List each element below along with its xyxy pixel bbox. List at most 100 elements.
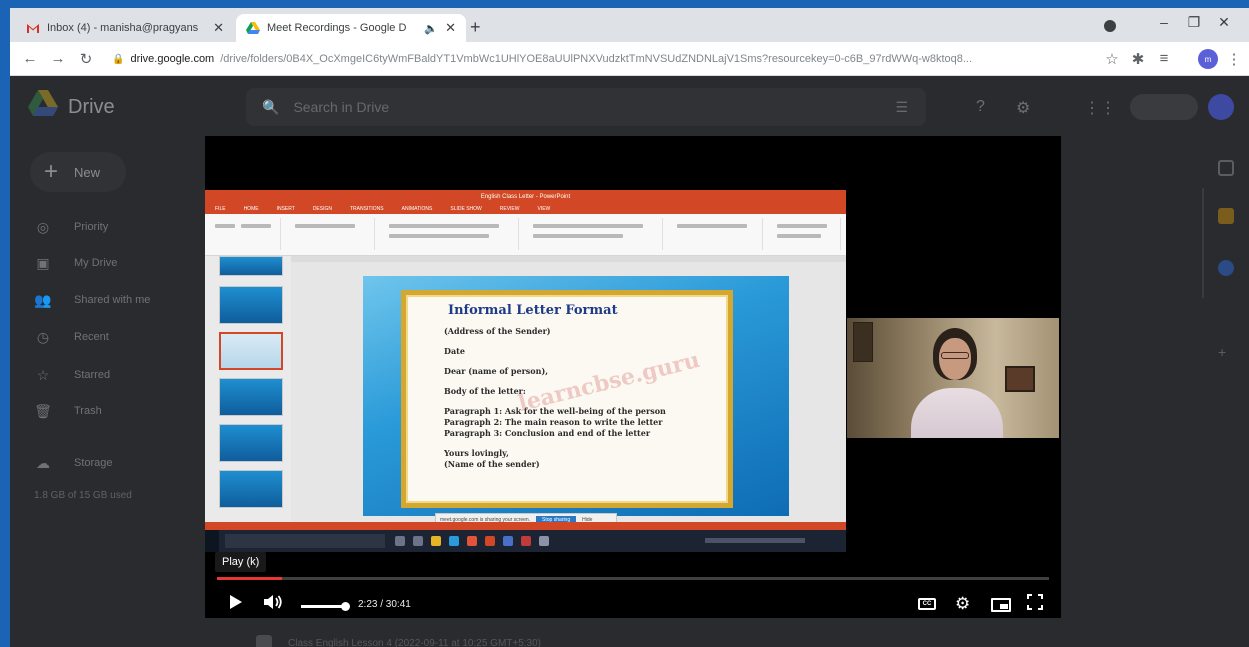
seek-bar[interactable]: [217, 577, 1049, 580]
calendar-icon[interactable]: [1218, 160, 1234, 176]
help-icon[interactable]: ?: [976, 98, 985, 116]
profile-avatar[interactable]: m: [1198, 49, 1218, 69]
tab-gmail[interactable]: Inbox (4) - manisha@pragyans ✕: [16, 14, 234, 42]
sidebar-item-priority[interactable]: ◎ Priority: [34, 216, 108, 238]
captions-icon[interactable]: CC: [918, 598, 936, 610]
video-player[interactable]: English Class Letter - PowerPoint FILE H…: [205, 136, 1061, 618]
recent-icon: ◷: [36, 328, 50, 345]
taskbar-app-icon: [521, 536, 531, 546]
sidebar-item-starred[interactable]: ☆ Starred: [34, 364, 110, 386]
forward-icon[interactable]: →: [48, 50, 68, 67]
slide-thumbnail: [219, 470, 283, 508]
speaker-icon[interactable]: 🔈: [424, 22, 438, 35]
miniplayer-icon[interactable]: [991, 598, 1011, 612]
ppt-tab: VIEW: [537, 206, 551, 212]
fullscreen-icon[interactable]: [1027, 594, 1043, 610]
slide-line: (Name of the sender): [444, 459, 540, 469]
ribbon-control: [777, 234, 821, 238]
restore-icon[interactable]: ❐: [1180, 14, 1208, 31]
new-tab-icon[interactable]: +: [470, 17, 481, 38]
volume-slider[interactable]: [301, 602, 350, 611]
taskbar-tray: [705, 538, 805, 543]
ppt-tab: TRANSITIONS: [349, 206, 384, 212]
url-path: /drive/folders/0B4X_OcXmgeIC6tyWmFBaldYT…: [220, 53, 973, 65]
sidebar-item-storage[interactable]: ☁ Storage: [34, 452, 113, 474]
ppt-ribbon-tabs: FILE HOME INSERT DESIGN TRANSITIONS ANIM…: [205, 204, 846, 214]
sidebar-item-my-drive[interactable]: ▣ My Drive: [34, 252, 117, 274]
ribbon-control: [215, 224, 235, 228]
browser-menu-icon[interactable]: ⋮: [1224, 50, 1244, 68]
search-options-icon[interactable]: ☰: [895, 99, 908, 116]
back-icon[interactable]: ←: [20, 50, 40, 67]
presenter-face: [939, 338, 971, 380]
shared-screen: English Class Letter - PowerPoint FILE H…: [205, 190, 846, 552]
volume-icon[interactable]: [263, 594, 283, 610]
play-tooltip: Play (k): [215, 552, 267, 572]
taskbar-app-icon: [467, 536, 477, 546]
ribbon-control: [777, 224, 827, 228]
bookmark-star-icon[interactable]: ☆: [1102, 50, 1122, 68]
drive-account-avatar[interactable]: [1208, 94, 1234, 120]
settings-gear-icon[interactable]: ⚙: [955, 594, 970, 614]
webcam-feed: [847, 318, 1059, 438]
trash-icon: 🗑: [34, 402, 52, 419]
ppt-tab: SLIDE SHOW: [450, 206, 482, 212]
drive-search-bar[interactable]: 🔍 Search in Drive ☰: [246, 88, 926, 126]
ribbon-control: [677, 224, 747, 228]
slide-line: Yours lovingly,: [444, 448, 509, 458]
close-tab-icon[interactable]: ✕: [445, 20, 456, 36]
slide-line: (Address of the Sender): [444, 326, 551, 336]
sidebar-item-shared[interactable]: 👥 Shared with me: [34, 289, 150, 311]
extensions-icon[interactable]: ✱: [1128, 50, 1148, 68]
video-file-icon: [256, 635, 272, 647]
storage-usage-text: 1.8 GB of 15 GB used: [34, 490, 132, 501]
tab-drive-title: Meet Recordings - Google D: [267, 22, 407, 34]
webcam-wall-frame: [853, 322, 873, 362]
slide-letter-card: Informal Letter Format (Address of the S…: [401, 290, 733, 508]
webcam-picture-frame: [1005, 366, 1035, 392]
tasks-icon[interactable]: [1218, 260, 1234, 276]
sidebar-item-label: Storage: [74, 457, 113, 469]
settings-gear-icon[interactable]: ⚙: [1016, 98, 1030, 118]
drive-search-placeholder: Search in Drive: [293, 99, 390, 115]
media-control-icon[interactable]: ≡: [1154, 50, 1174, 67]
reload-icon[interactable]: ↻: [76, 50, 96, 68]
drive-logo-icon: [28, 90, 58, 116]
ribbon-control: [533, 234, 623, 238]
play-icon[interactable]: [229, 594, 243, 610]
volume-slider-knob[interactable]: [341, 602, 350, 611]
ribbon-control: [389, 234, 489, 238]
ppt-title-bar: English Class Letter - PowerPoint: [205, 190, 846, 204]
address-bar[interactable]: 🔒 drive.google.com/drive/folders/0B4X_Oc…: [104, 47, 1094, 71]
plus-icon: +: [44, 158, 59, 185]
ribbon-control: [295, 224, 355, 228]
chrome-profile-icon[interactable]: [1104, 20, 1116, 32]
apps-grid-icon[interactable]: ⋮⋮: [1084, 98, 1116, 118]
tab-gmail-title: Inbox (4) - manisha@pragyans: [47, 22, 199, 34]
sidebar-item-label: My Drive: [74, 257, 118, 269]
presenter-glasses: [941, 352, 969, 359]
keep-icon[interactable]: [1218, 208, 1234, 224]
scrollbar[interactable]: [1202, 188, 1204, 298]
slide: Informal Letter Format (Address of the S…: [363, 276, 789, 516]
slide-line: Paragraph 1: Ask for the well-being of t…: [444, 406, 666, 416]
tab-drive[interactable]: Meet Recordings - Google D 🔈 ✕: [236, 14, 466, 42]
sidebar-item-label: Trash: [74, 405, 102, 417]
taskbar-search: [225, 534, 385, 548]
url-host: drive.google.com: [130, 53, 215, 65]
search-icon: 🔍: [262, 98, 280, 115]
window-close-icon[interactable]: ✕: [1210, 14, 1238, 31]
sidebar-item-label: Shared with me: [74, 294, 151, 306]
add-on-plus-icon[interactable]: +: [1218, 344, 1234, 360]
sidebar-item-trash[interactable]: 🗑 Trash: [34, 400, 102, 422]
ribbon-group: [667, 218, 763, 250]
table-row[interactable]: Class English Lesson 4 (2022-09-11 at 10…: [256, 632, 1196, 647]
shared-icon: 👥: [34, 291, 52, 308]
close-tab-icon[interactable]: ✕: [213, 20, 224, 36]
sidebar-item-recent[interactable]: ◷ Recent: [34, 326, 109, 348]
drive-title: Drive: [68, 96, 115, 118]
ppt-tab: INSERT: [276, 206, 295, 212]
new-button[interactable]: + New: [30, 152, 126, 192]
seek-bar-progress: [217, 577, 282, 580]
minimize-icon[interactable]: –: [1150, 14, 1178, 30]
